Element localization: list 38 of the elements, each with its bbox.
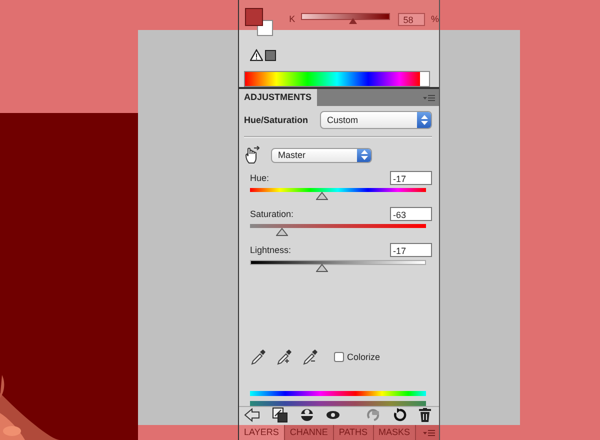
slider[interactable] — [250, 224, 426, 236]
range-dropdown[interactable]: Master — [271, 148, 372, 162]
color-spectrum-bar[interactable] — [244, 71, 430, 87]
slider[interactable] — [250, 260, 426, 272]
value-field[interactable]: -17 — [390, 170, 432, 184]
eyedropper-plus-icon[interactable] — [276, 349, 292, 365]
reset-icon[interactable] — [393, 408, 407, 422]
back-arrow-icon[interactable] — [244, 408, 260, 422]
colorize-checkbox[interactable] — [334, 352, 344, 362]
slider-label: Lightness: — [250, 244, 292, 254]
stepper-arrows-icon — [420, 115, 428, 125]
preset-dropdown[interactable]: Custom — [320, 111, 432, 129]
stepper-arrows-icon — [360, 150, 368, 160]
slider-label: Saturation: — [250, 208, 294, 218]
gamut-swatch[interactable] — [265, 50, 276, 60]
value-field[interactable]: -63 — [390, 206, 432, 220]
value-field[interactable]: -17 — [390, 242, 432, 256]
channel-value-field[interactable]: 58 — [398, 12, 425, 26]
warning-icon — [250, 49, 263, 61]
mask-circle-icon[interactable] — [300, 408, 314, 422]
channel-slider[interactable] — [301, 13, 390, 25]
panel-tab[interactable]: LAYERS — [239, 425, 285, 440]
channel-label: K — [289, 14, 296, 24]
hand-icon[interactable] — [244, 146, 260, 164]
clip-layer-icon[interactable] — [272, 407, 288, 423]
adjustment-title: Hue/Saturation — [244, 115, 308, 125]
panel-tab[interactable]: ADJUSTMENTS — [239, 89, 317, 106]
slider-label: Hue: — [250, 172, 270, 182]
eye-icon[interactable] — [326, 410, 340, 420]
eyedropper-icon[interactable] — [250, 349, 266, 365]
panel-menu-icon[interactable] — [423, 94, 435, 102]
unit-label: % — [430, 14, 439, 24]
panel-menu-icon[interactable] — [423, 428, 435, 436]
foreground-color-swatch[interactable] — [245, 8, 263, 26]
eyedropper-minus-icon[interactable] — [302, 349, 318, 365]
checkbox-label: Colorize — [347, 352, 380, 362]
slider[interactable] — [250, 188, 426, 200]
trash-icon[interactable] — [419, 408, 431, 422]
